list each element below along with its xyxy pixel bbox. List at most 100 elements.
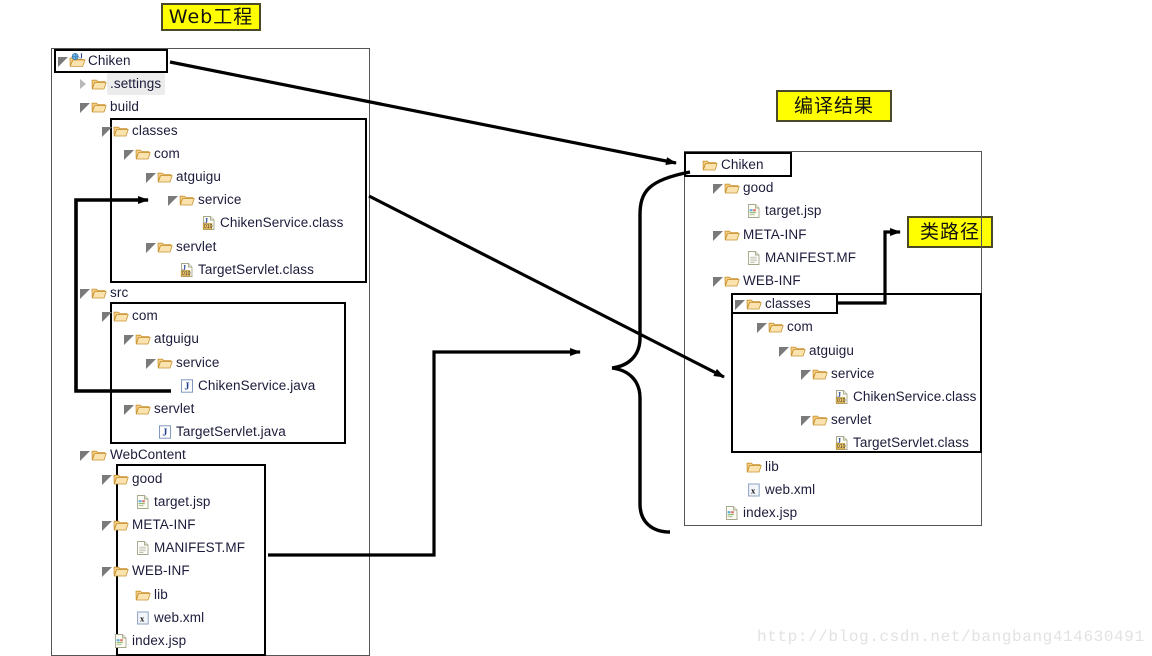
tree-node-label: ChikenService.java — [198, 377, 316, 393]
tree-node-meta-inf[interactable]: META-INF — [712, 225, 807, 245]
tree-node-build[interactable]: build — [79, 97, 139, 117]
tree-node-targetservlet-java[interactable]: J TargetServlet.java — [145, 422, 286, 442]
tree-node-targetservlet-class[interactable]: J 010 TargetServlet.class — [822, 433, 969, 453]
jsp-file-icon — [113, 633, 129, 649]
chevron-down-icon[interactable] — [79, 450, 90, 462]
jsp-file-icon — [746, 203, 762, 219]
tree-node-label: TargetServlet.class — [853, 435, 969, 451]
chevron-down-icon[interactable] — [101, 566, 112, 578]
plain-file-icon — [135, 540, 151, 556]
folder-icon — [746, 459, 762, 475]
chevron-down-icon[interactable] — [712, 183, 723, 195]
chevron-down-icon[interactable] — [734, 299, 745, 311]
chevron-down-icon[interactable] — [145, 242, 156, 253]
folder-icon — [702, 157, 718, 173]
chevron-down-icon[interactable] — [123, 334, 134, 346]
tree-node-com[interactable]: com — [756, 317, 813, 337]
tree-node-service[interactable]: service — [167, 190, 241, 210]
tree-node-servlet[interactable]: servlet — [800, 410, 871, 430]
tree-node-label: good — [132, 470, 163, 486]
tree-node-service[interactable]: service — [800, 364, 874, 384]
tree-node-label: servlet — [176, 238, 217, 254]
chevron-down-icon[interactable] — [123, 149, 134, 160]
folder-icon — [113, 563, 129, 579]
chevron-down-icon[interactable] — [800, 369, 811, 380]
tree-node-com[interactable]: com — [101, 306, 158, 326]
tree-node-lib[interactable]: lib — [734, 457, 779, 477]
tree-node-web-xml[interactable]: x web.xml — [734, 480, 815, 500]
tree-node-good[interactable]: good — [101, 469, 162, 489]
svg-text:J: J — [162, 428, 167, 439]
chevron-right-icon[interactable] — [79, 79, 89, 90]
tree-node-service[interactable]: service — [145, 353, 219, 373]
chevron-down-icon[interactable] — [145, 172, 156, 183]
chevron-down-icon[interactable] — [79, 102, 90, 114]
jsp-file-icon — [135, 494, 151, 510]
tree-node-web-inf[interactable]: WEB-INF — [712, 271, 801, 291]
tree-node-chiken[interactable]: Chiken — [690, 155, 764, 175]
tree-node-chikenservice-class[interactable]: J 010 ChikenService.class — [822, 387, 976, 407]
tree-node-servlet[interactable]: servlet — [123, 399, 194, 419]
tree-node-servlet[interactable]: servlet — [145, 237, 216, 257]
folder-icon — [91, 99, 107, 115]
folder-icon — [812, 412, 828, 428]
chevron-down-icon[interactable] — [712, 276, 723, 287]
xml-file-icon: x — [135, 610, 151, 626]
tree-node-meta-inf[interactable]: META-INF — [101, 515, 196, 535]
tree-node-chikenservice-java[interactable]: J ChikenService.java — [167, 376, 315, 396]
chevron-down-icon[interactable] — [101, 311, 112, 323]
tree-node-web-xml[interactable]: x web.xml — [123, 608, 204, 628]
tree-node-atguigu[interactable]: atguigu — [145, 167, 221, 187]
chevron-down-icon[interactable] — [123, 404, 134, 415]
chevron-down-icon[interactable] — [800, 415, 811, 427]
tree-node-label: servlet — [154, 401, 195, 416]
tree-node-classes[interactable]: classes — [101, 121, 178, 141]
tree-node-index-jsp[interactable]: index.jsp — [101, 631, 186, 651]
chevron-down-icon[interactable] — [145, 358, 156, 369]
tree-node-com[interactable]: com — [123, 144, 180, 164]
chevron-down-icon[interactable] — [101, 126, 112, 137]
folder-icon — [812, 366, 828, 382]
tree-node-label: MANIFEST.MF — [765, 249, 857, 265]
tree-node-webcontent[interactable]: WebContent — [79, 445, 186, 465]
chevron-down-icon[interactable] — [712, 230, 723, 241]
tree-node--settings[interactable]: .settings — [79, 73, 166, 96]
chevron-down-icon[interactable] — [57, 56, 68, 67]
chevron-down-icon[interactable] — [79, 288, 90, 299]
chevron-down-icon[interactable] — [101, 520, 112, 531]
tree-node-atguigu[interactable]: atguigu — [123, 329, 199, 349]
tree-node-chiken[interactable]: J Chiken — [57, 51, 131, 71]
tree-node-label: classes — [765, 296, 811, 312]
tree-node-target-jsp[interactable]: target.jsp — [734, 201, 822, 221]
tree-node-label: lib — [765, 458, 779, 474]
chevron-down-icon[interactable] — [167, 195, 178, 207]
tree-node-manifest-mf[interactable]: MANIFEST.MF — [734, 248, 856, 268]
tree-node-src[interactable]: src — [79, 283, 128, 303]
folder-icon — [135, 146, 151, 162]
tree-node-index-jsp[interactable]: index.jsp — [712, 503, 797, 523]
tree-node-label: WEB-INF — [132, 563, 190, 579]
tree-node-label: .settings — [107, 73, 166, 96]
tree-node-web-inf[interactable]: WEB-INF — [101, 561, 190, 581]
svg-text:J: J — [79, 53, 83, 60]
folder-icon — [91, 76, 107, 92]
folder-icon — [724, 273, 740, 289]
folder-icon — [91, 447, 107, 463]
tree-node-label: service — [176, 354, 220, 370]
chevron-down-icon[interactable] — [756, 322, 767, 334]
tree-node-target-jsp[interactable]: target.jsp — [123, 492, 211, 512]
chevron-down-icon[interactable] — [101, 474, 112, 485]
java-project-icon: J — [69, 53, 86, 69]
folder-icon — [724, 180, 740, 196]
chevron-down-icon[interactable] — [778, 346, 789, 357]
tree-node-classes[interactable]: classes — [734, 294, 811, 314]
callout-web-project-label: Web工程 — [168, 5, 254, 28]
tree-node-targetservlet-class[interactable]: J 010 TargetServlet.class — [167, 260, 314, 280]
tree-node-atguigu[interactable]: atguigu — [778, 341, 854, 361]
tree-node-label: WebContent — [110, 447, 186, 463]
tree-node-manifest-mf[interactable]: MANIFEST.MF — [123, 538, 245, 558]
tree-node-chikenservice-class[interactable]: J 010 ChikenService.class — [189, 213, 343, 233]
tree-node-good[interactable]: good — [712, 178, 773, 198]
tree-node-lib[interactable]: lib — [123, 585, 168, 605]
svg-text:010: 010 — [204, 224, 213, 230]
